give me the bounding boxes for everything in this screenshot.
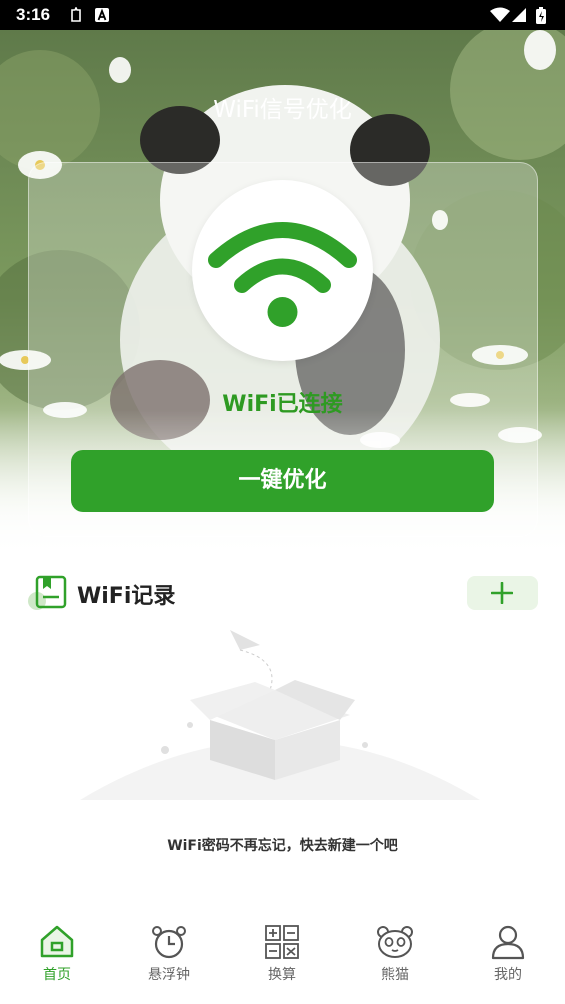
nav-label-panda: 熊猫 (381, 967, 409, 983)
status-bar: 3:16 (0, 0, 565, 30)
wifi-connected-status: WiFi已连接 (222, 392, 343, 417)
empty-records-message: WiFi密码不再忘记，快去新建一个吧 (167, 838, 398, 854)
one-click-optimize-button[interactable]: 一键优化 (71, 450, 494, 512)
calculator-icon (265, 925, 299, 959)
page-title: WiFi信号优化 (213, 97, 352, 123)
nav-item-profile[interactable]: 我的 (468, 924, 548, 996)
empty-box-illustration (80, 630, 480, 800)
nav-label-home: 首页 (43, 967, 71, 983)
wifi-signal-icon (490, 7, 510, 22)
wifi-status-circle (192, 180, 373, 361)
nav-item-floating-clock[interactable]: 悬浮钟 (129, 924, 209, 996)
home-icon (40, 925, 74, 958)
nav-label-profile: 我的 (494, 967, 522, 983)
nav-item-convert[interactable]: 换算 (242, 924, 322, 996)
nav-item-home[interactable]: 首页 (17, 924, 97, 996)
add-record-button[interactable] (467, 576, 538, 610)
nav-item-panda[interactable]: 熊猫 (355, 924, 435, 996)
user-icon (491, 925, 525, 960)
nav-label-floating-clock: 悬浮钟 (148, 967, 190, 983)
alarm-clock-icon (152, 926, 186, 959)
app-a-icon (95, 8, 109, 22)
clipboard-icon (71, 7, 81, 22)
wifi-records-header: WiFi记录 (28, 572, 538, 616)
status-time: 3:16 (16, 5, 51, 24)
plus-icon (491, 582, 513, 604)
notebook-icon (28, 575, 67, 610)
wifi-records-title: WiFi记录 (77, 584, 176, 609)
panda-icon (377, 926, 413, 958)
wifi-icon (208, 222, 357, 327)
nav-label-convert: 换算 (268, 967, 296, 983)
bottom-navigation: 首页 悬浮钟 换算 熊猫 我的 (0, 916, 565, 1004)
cell-signal-icon (512, 8, 526, 22)
battery-icon (536, 7, 546, 24)
